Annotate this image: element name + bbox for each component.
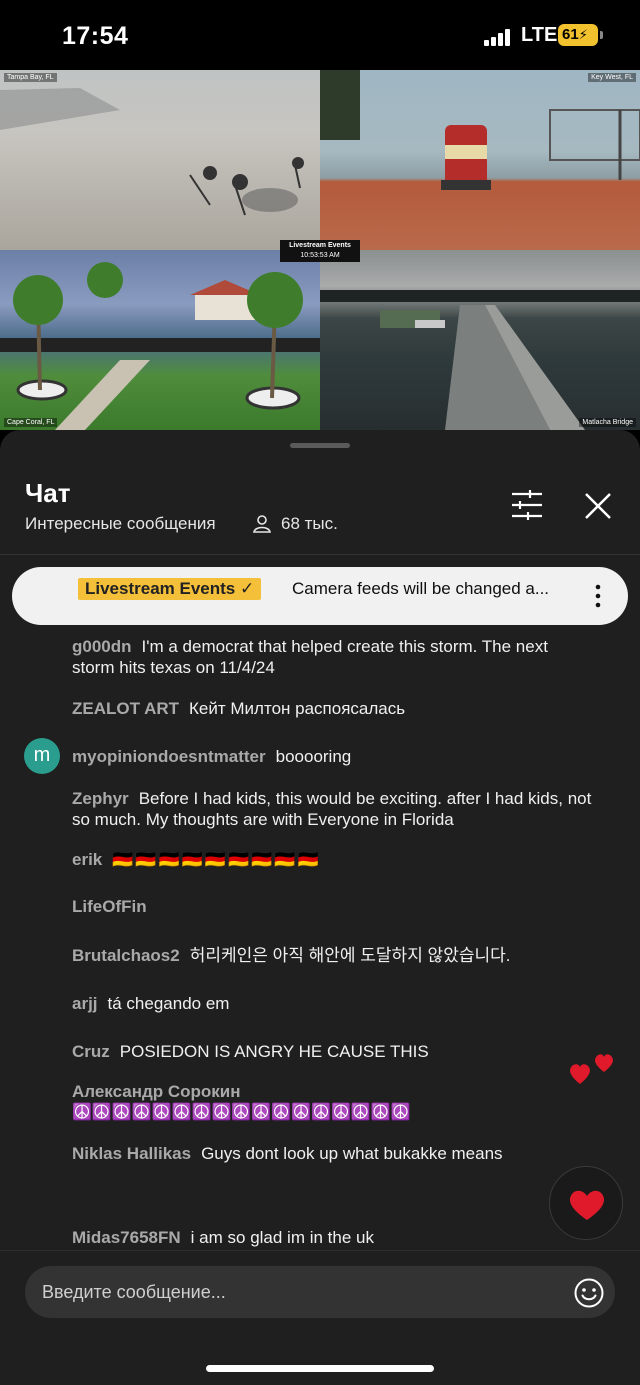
camera-feed-matlacha: Matlacha Bridge bbox=[320, 250, 640, 430]
chat-message[interactable]: ZEALOT ART Кейт Милтон распоясалась bbox=[72, 698, 405, 719]
chat-message[interactable]: Niklas Hallikas Guys dont look up what bu… bbox=[72, 1143, 503, 1164]
message-author[interactable]: arjj bbox=[72, 994, 98, 1013]
chat-filter-mode[interactable]: Интересные сообщения bbox=[25, 514, 216, 534]
pinned-text: Camera feeds will be changed a... bbox=[292, 579, 550, 598]
message-text: i am so glad im in the uk bbox=[190, 1228, 374, 1247]
message-text: Before I had kids, this would be excitin… bbox=[72, 789, 592, 829]
message-author[interactable]: Александр Сорокин bbox=[72, 1081, 532, 1102]
viewer-count: 68 тыс. bbox=[281, 514, 338, 533]
message-author[interactable]: erik bbox=[72, 850, 102, 869]
overlay-time: 10:53:53 AM bbox=[300, 252, 340, 259]
chat-message[interactable]: Александр Сорокин ☮️☮️☮️☮️☮️☮️☮️☮️☮️☮️☮️… bbox=[72, 1081, 542, 1123]
cam-label: Key West, FL bbox=[588, 73, 636, 82]
chat-message[interactable]: arjj tá chegando em bbox=[72, 993, 229, 1014]
chat-title: Чат bbox=[25, 478, 71, 508]
person-icon bbox=[253, 515, 271, 533]
reaction-button[interactable] bbox=[549, 1166, 623, 1240]
chat-panel: Чат Интересные сообщения 68 тыс. Livestr… bbox=[0, 430, 640, 1385]
chat-message[interactable]: Zephyr Before I had kids, this would be e… bbox=[72, 788, 592, 830]
emoji-icon[interactable] bbox=[573, 1277, 605, 1309]
chat-message[interactable]: Brutalchaos2 허리케인은 아직 해안에 도달하지 않았습니다. bbox=[72, 945, 510, 966]
camera-feed-tampa: Tampa Bay, FL bbox=[0, 70, 320, 250]
message-author[interactable]: LifeOfFin bbox=[72, 897, 147, 916]
pinned-author: Livestream Events bbox=[85, 579, 236, 598]
message-text: 허리케인은 아직 해안에 도달하지 않았습니다. bbox=[189, 946, 511, 965]
signal-icon bbox=[484, 28, 514, 46]
message-text: POSIEDON IS ANGRY HE CAUSE THIS bbox=[119, 1042, 429, 1061]
chat-message[interactable]: LifeOfFin bbox=[72, 896, 157, 917]
heart-icon bbox=[570, 1064, 590, 1084]
message-author[interactable]: Midas7658FN bbox=[72, 1228, 181, 1247]
message-text: 🇩🇪🇩🇪🇩🇪🇩🇪🇩🇪🇩🇪🇩🇪🇩🇪🇩🇪 bbox=[112, 850, 321, 869]
battery-level: 61 bbox=[562, 26, 579, 43]
message-input[interactable] bbox=[25, 1266, 615, 1318]
input-divider bbox=[0, 1250, 640, 1251]
pinned-author-badge: Livestream Events ✓ bbox=[78, 578, 262, 600]
drag-handle[interactable] bbox=[290, 443, 350, 448]
cam-label: Tampa Bay, FL bbox=[4, 73, 57, 82]
camera-feed-keywest: Key West, FL bbox=[320, 70, 640, 250]
heart-icon bbox=[595, 1054, 613, 1072]
more-vertical-icon[interactable] bbox=[592, 582, 604, 610]
message-author[interactable]: myopiniondoesntmatter bbox=[72, 747, 266, 766]
avatar[interactable]: m bbox=[24, 738, 60, 774]
message-author[interactable]: Cruz bbox=[72, 1042, 110, 1061]
message-author[interactable]: ZEALOT ART bbox=[72, 699, 179, 718]
message-text: ☮️☮️☮️☮️☮️☮️☮️☮️☮️☮️☮️☮️☮️☮️☮️☮️☮️ bbox=[72, 1104, 411, 1121]
filter-sliders-icon[interactable] bbox=[508, 488, 546, 522]
battery-indicator: 61⚡ bbox=[558, 24, 598, 46]
message-text: Кейт Милтон распоясалась bbox=[189, 699, 406, 718]
chat-message[interactable]: Midas7658FN i am so glad im in the uk bbox=[72, 1227, 374, 1248]
capecoral-scene bbox=[0, 262, 320, 430]
message-author[interactable]: Niklas Hallikas bbox=[72, 1144, 191, 1163]
chat-message[interactable]: Cruz POSIEDON IS ANGRY HE CAUSE THIS bbox=[72, 1041, 429, 1062]
keywest-scene bbox=[320, 70, 640, 190]
livestream-overlay: Livestream Events 10:53:53 AM bbox=[280, 240, 360, 262]
cam-label: Matlacha Bridge bbox=[579, 418, 636, 427]
message-author[interactable]: Brutalchaos2 bbox=[72, 946, 180, 965]
pinned-message[interactable]: Livestream Events ✓ Camera feeds will be… bbox=[12, 567, 628, 625]
camera-feed-capecoral: Cape Coral, FL bbox=[0, 250, 320, 430]
chat-message[interactable]: myopiniondoesntmatter booooring bbox=[72, 746, 351, 767]
floating-hearts bbox=[570, 1054, 613, 1084]
message-text: booooring bbox=[275, 747, 352, 766]
battery-tip bbox=[600, 31, 603, 39]
message-author[interactable]: g000dn bbox=[72, 637, 132, 656]
status-bar: 17:54 LTE 61⚡ bbox=[0, 0, 640, 70]
overlay-title: Livestream Events bbox=[289, 242, 351, 249]
chat-message[interactable]: erik 🇩🇪🇩🇪🇩🇪🇩🇪🇩🇪🇩🇪🇩🇪🇩🇪🇩🇪 bbox=[72, 849, 321, 870]
video-player[interactable]: Tampa Bay, FL Key West, FL Cape Coral, F… bbox=[0, 70, 640, 430]
network-type: LTE bbox=[521, 24, 558, 46]
chat-message[interactable]: g000dn I'm a democrat that helped create … bbox=[72, 636, 592, 678]
matlacha-scene bbox=[320, 290, 640, 430]
message-text: I'm a democrat that helped create this s… bbox=[72, 637, 548, 677]
home-indicator[interactable] bbox=[206, 1365, 434, 1372]
message-text: Guys dont look up what bukakke means bbox=[201, 1144, 503, 1163]
heart-icon bbox=[569, 1190, 605, 1220]
cam-label: Cape Coral, FL bbox=[4, 418, 58, 427]
message-text: tá chegando em bbox=[107, 994, 230, 1013]
header-divider bbox=[0, 554, 640, 555]
close-icon[interactable] bbox=[580, 488, 616, 524]
message-author[interactable]: Zephyr bbox=[72, 789, 129, 808]
tampa-scene bbox=[0, 88, 304, 216]
status-time: 17:54 bbox=[62, 22, 129, 50]
